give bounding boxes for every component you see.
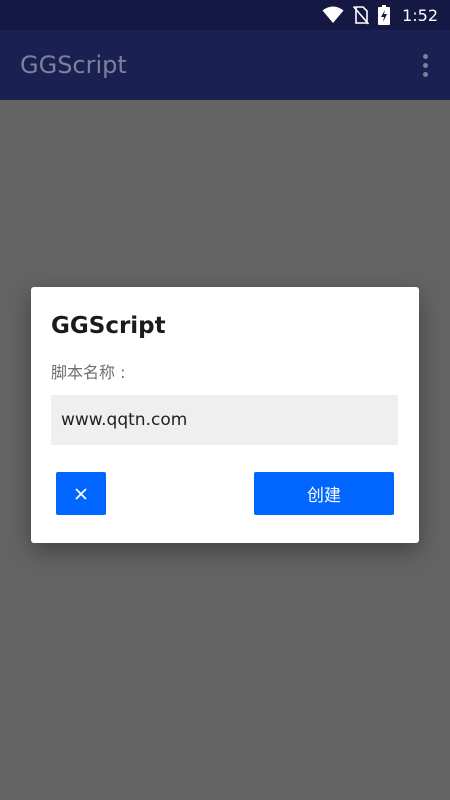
app-title: GGScript — [20, 51, 127, 79]
create-button[interactable]: 创建 — [254, 472, 394, 515]
status-bar: 1:52 — [0, 0, 450, 30]
create-script-dialog: GGScript 脚本名称 : 创建 — [31, 287, 419, 543]
wifi-icon — [322, 6, 344, 24]
status-time: 1:52 — [402, 5, 438, 25]
battery-charging-icon — [378, 5, 391, 25]
overflow-menu-icon[interactable] — [419, 50, 432, 81]
app-bar: GGScript — [0, 30, 450, 100]
dialog-actions: 创建 — [56, 472, 394, 515]
no-sim-icon — [352, 5, 370, 25]
script-name-input[interactable] — [51, 395, 398, 445]
script-name-label: 脚本名称 : — [51, 363, 126, 382]
cancel-button[interactable] — [56, 472, 106, 515]
close-icon — [75, 487, 87, 500]
dialog-title: GGScript — [51, 313, 166, 339]
